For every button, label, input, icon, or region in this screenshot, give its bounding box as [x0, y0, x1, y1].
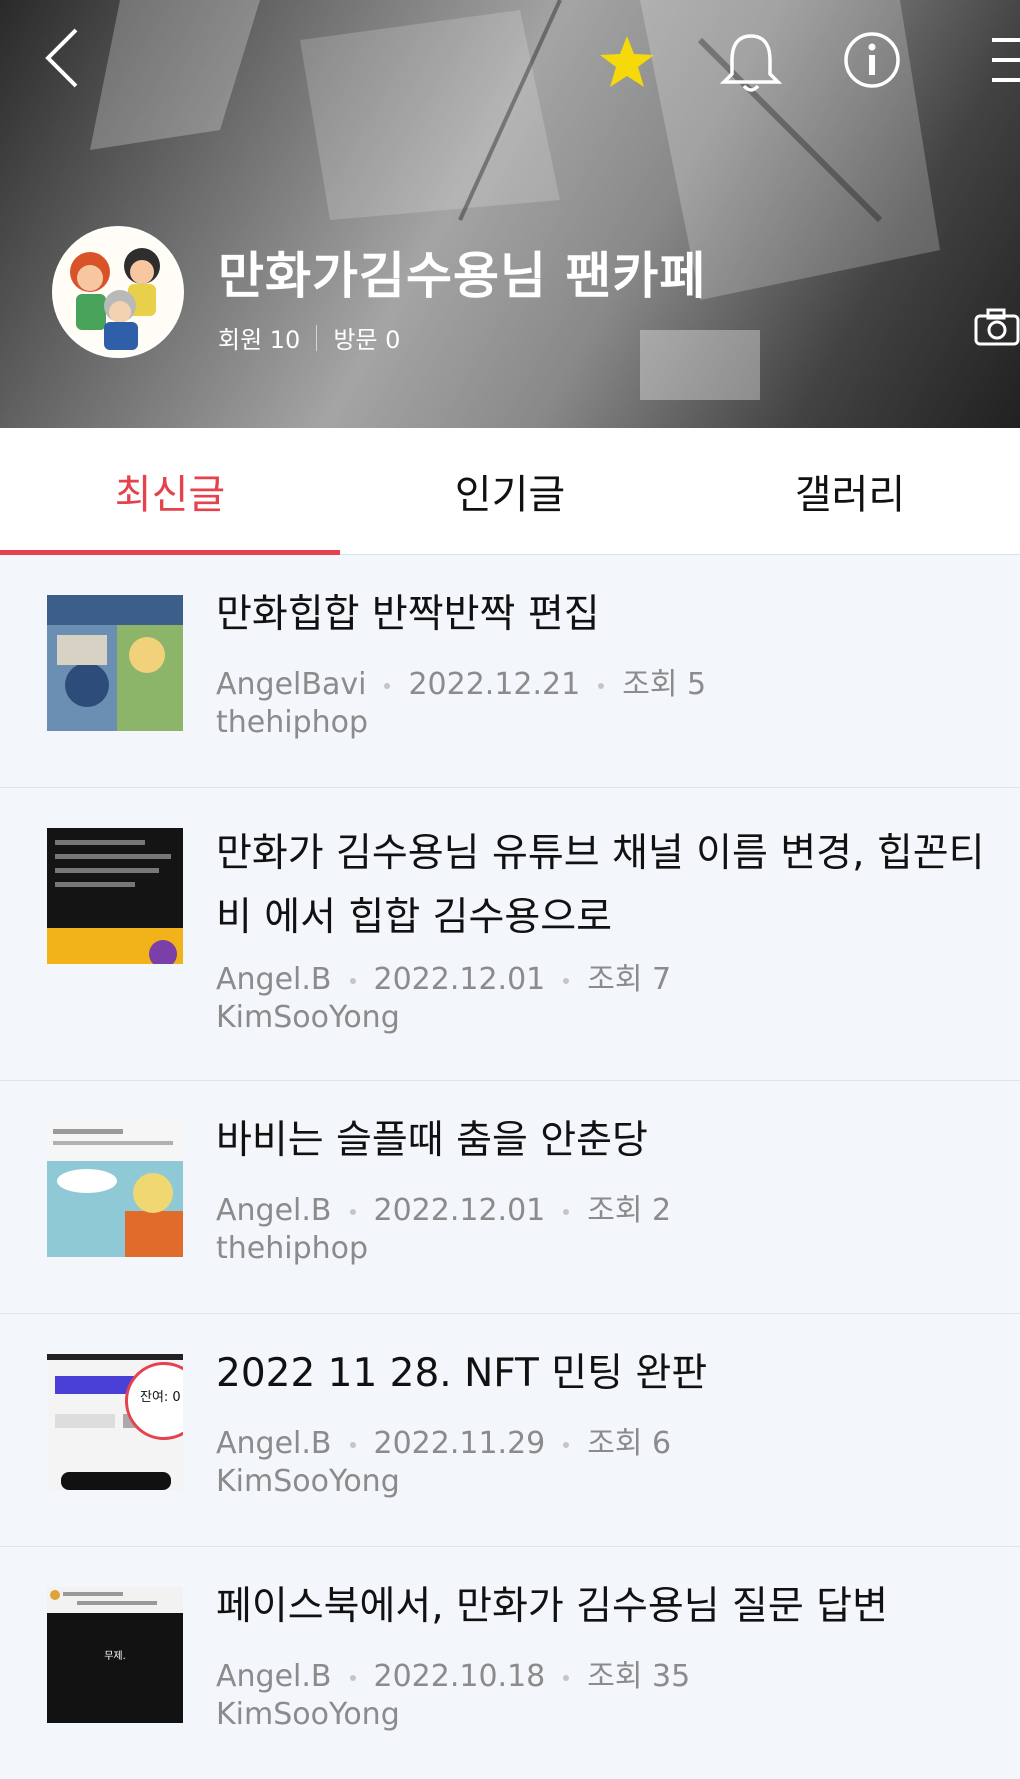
info-icon [844, 32, 900, 88]
post-item[interactable]: 잔여: 0 2022 11 28. NFT 민팅 완판 Angel.B 2022.… [0, 1314, 1020, 1547]
post-author: AngelBavi [216, 667, 367, 702]
post-views: 조회 7 [587, 962, 672, 997]
post-title[interactable]: 페이스북에서, 만화가 김수용님 질문 답변 [216, 1575, 996, 1639]
meta-dot [349, 977, 356, 984]
screenshot-thumbnail-image [47, 828, 183, 964]
meta-dot [349, 1441, 356, 1448]
post-board: KimSooYong [216, 1697, 400, 1732]
post-date: 2022.12.21 [408, 667, 581, 702]
menu-icon [992, 38, 1020, 82]
meta-dot [349, 1674, 356, 1681]
post-author: Angel.B [216, 962, 332, 997]
back-button[interactable] [40, 26, 84, 94]
post-author: Angel.B [216, 1193, 332, 1228]
post-meta: AngelBavi 2022.12.21 조회 5 [216, 659, 706, 703]
meta-dot [598, 682, 605, 689]
post-item[interactable]: 만화힙합 반짝반짝 편집 AngelBavi 2022.12.21 조회 5 the… [0, 555, 1020, 788]
menu-button[interactable] [988, 36, 1020, 90]
notification-bell-icon [719, 34, 783, 92]
comic-thumbnail-image [47, 595, 183, 731]
post-item[interactable]: 무제. 페이스북에서, 만화가 김수용님 질문 답변 Angel.B 2022.1… [0, 1547, 1020, 1779]
post-title[interactable]: 만화힙합 반짝반짝 편집 [216, 583, 996, 647]
post-meta: Angel.B 2022.11.29 조회 6 [216, 1418, 671, 1462]
post-views: 조회 35 [587, 1659, 691, 1694]
post-board: thehiphop [216, 705, 369, 740]
post-meta: Angel.B 2022.10.18 조회 35 [216, 1651, 690, 1695]
meta-dot [349, 1208, 356, 1215]
post-title[interactable]: 만화가 김수용님 유튜브 채널 이름 변경, 힙꼰티비 에서 힙합 김수용으로 [216, 822, 996, 950]
post-thumbnail[interactable] [47, 595, 183, 731]
post-thumbnail[interactable]: 잔여: 0 [47, 1354, 183, 1490]
cafe-avatar[interactable] [52, 226, 184, 358]
board-tabs: 최신글 인기글 갤러리 [0, 428, 1020, 555]
meta-dot [563, 977, 570, 984]
meta-dot [384, 682, 391, 689]
post-views: 조회 2 [587, 1193, 672, 1228]
post-thumbnail[interactable]: 무제. [47, 1587, 183, 1723]
favorite-star-icon [600, 36, 654, 87]
visit-count: 방문 0 [333, 326, 401, 354]
tab-latest[interactable]: 최신글 [0, 428, 340, 555]
cafe-stats: 회원 10 방문 0 [218, 320, 400, 355]
info-button[interactable] [842, 30, 902, 94]
post-title[interactable]: 바비는 슬플때 춤을 안춘당 [216, 1109, 996, 1173]
post-title[interactable]: 2022 11 28. NFT 민팅 완판 [216, 1342, 996, 1406]
post-thumbnail[interactable] [47, 828, 183, 964]
post-list: 만화힙합 반짝반짝 편집 AngelBavi 2022.12.21 조회 5 the… [0, 555, 1020, 1779]
post-item[interactable]: 만화가 김수용님 유튜브 채널 이름 변경, 힙꼰티비 에서 힙합 김수용으로 … [0, 788, 1020, 1081]
thumbnail-caption: 무제. [104, 1651, 126, 1662]
meta-dot [563, 1441, 570, 1448]
post-meta: Angel.B 2022.12.01 조회 7 [216, 954, 671, 998]
camera-button[interactable] [974, 308, 1020, 352]
comic-thumbnail-image [47, 1121, 183, 1257]
cafe-title: 만화가김수용님 팬카페 [218, 247, 707, 305]
post-meta: Angel.B 2022.12.01 조회 2 [216, 1185, 671, 1229]
post-views: 조회 5 [622, 667, 707, 702]
meta-dot [563, 1208, 570, 1215]
post-thumbnail[interactable] [47, 1121, 183, 1257]
post-date: 2022.12.01 [373, 1193, 546, 1228]
cafe-header: 만화가김수용님 팬카페 회원 10 방문 0 [0, 0, 1020, 428]
post-views: 조회 6 [587, 1426, 672, 1461]
notification-button[interactable] [719, 30, 783, 98]
meta-dot [563, 1674, 570, 1681]
favorite-button[interactable] [598, 34, 656, 94]
member-count: 회원 10 [218, 326, 301, 354]
camera-icon [974, 308, 1020, 346]
tab-popular[interactable]: 인기글 [340, 428, 680, 554]
cafe-avatar-illustration [54, 228, 182, 356]
post-author: Angel.B [216, 1426, 332, 1461]
post-board: KimSooYong [216, 1000, 400, 1035]
post-board: KimSooYong [216, 1464, 400, 1499]
tab-gallery[interactable]: 갤러리 [680, 428, 1020, 554]
back-arrow-icon [45, 28, 78, 88]
post-date: 2022.11.29 [373, 1426, 546, 1461]
stats-divider [316, 324, 318, 351]
post-date: 2022.12.01 [373, 962, 546, 997]
post-date: 2022.10.18 [373, 1659, 546, 1694]
post-author: Angel.B [216, 1659, 332, 1694]
post-board: thehiphop [216, 1231, 369, 1266]
post-item[interactable]: 바비는 슬플때 춤을 안춘당 Angel.B 2022.12.01 조회 2 the… [0, 1081, 1020, 1314]
